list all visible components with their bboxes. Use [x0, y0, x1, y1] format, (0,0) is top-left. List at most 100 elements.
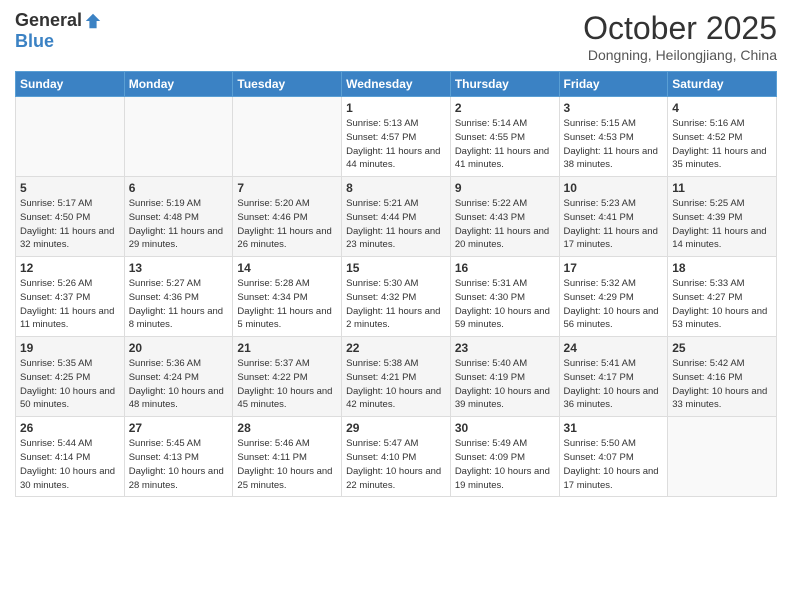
day-info: Sunrise: 5:46 AMSunset: 4:11 PMDaylight:…: [237, 437, 337, 492]
day-info: Sunrise: 5:44 AMSunset: 4:14 PMDaylight:…: [20, 437, 120, 492]
header-sunday: Sunday: [16, 72, 125, 97]
day-info: Sunrise: 5:30 AMSunset: 4:32 PMDaylight:…: [346, 277, 446, 332]
day-number: 18: [672, 261, 772, 275]
day-info: Sunrise: 5:22 AMSunset: 4:43 PMDaylight:…: [455, 197, 555, 252]
sunrise-text: Sunrise: 5:49 AM: [455, 438, 527, 449]
sunrise-text: Sunrise: 5:46 AM: [237, 438, 309, 449]
daylight-text: Daylight: 11 hours and 5 minutes.: [237, 306, 331, 331]
sunset-text: Sunset: 4:14 PM: [20, 452, 90, 463]
sunrise-text: Sunrise: 5:19 AM: [129, 198, 201, 209]
sunset-text: Sunset: 4:25 PM: [20, 372, 90, 383]
daylight-text: Daylight: 10 hours and 48 minutes.: [129, 386, 224, 411]
sunset-text: Sunset: 4:30 PM: [455, 292, 525, 303]
day-info: Sunrise: 5:36 AM Sunset: 4:24 PM Daylight:…: [129, 357, 229, 412]
daylight-text: Daylight: 10 hours and 42 minutes.: [346, 386, 441, 411]
daylight-text: Daylight: 10 hours and 56 minutes.: [564, 306, 659, 331]
sunset-text: Sunset: 4:48 PM: [129, 212, 199, 223]
sunset-text: Sunset: 4:39 PM: [672, 212, 742, 223]
calendar-cell: 26 Sunrise: 5:44 AMSunset: 4:14 PMDayligh…: [16, 417, 125, 497]
calendar-cell: [668, 417, 777, 497]
day-number: 1: [346, 101, 446, 115]
day-number: 11: [672, 181, 772, 195]
day-number: 31: [564, 421, 664, 435]
daylight-text: Daylight: 11 hours and 23 minutes.: [346, 226, 440, 251]
sunrise-text: Sunrise: 5:30 AM: [346, 278, 418, 289]
calendar-cell: 6Sunrise: 5:19 AMSunset: 4:48 PMDaylight…: [124, 177, 233, 257]
sunset-text: Sunset: 4:37 PM: [20, 292, 90, 303]
sunrise-text: Sunrise: 5:21 AM: [346, 198, 418, 209]
sunset-text: Sunset: 4:44 PM: [346, 212, 416, 223]
logo: General Blue: [15, 10, 102, 52]
day-info: Sunrise: 5:40 AMSunset: 4:19 PMDaylight:…: [455, 357, 555, 412]
calendar-cell: 24Sunrise: 5:41 AMSunset: 4:17 PMDayligh…: [559, 337, 668, 417]
day-number: 19: [20, 341, 120, 355]
calendar-cell: 27Sunrise: 5:45 AMSunset: 4:13 PMDayligh…: [124, 417, 233, 497]
day-info: Sunrise: 5:41 AMSunset: 4:17 PMDaylight:…: [564, 357, 664, 412]
calendar-cell: 4Sunrise: 5:16 AMSunset: 4:52 PMDaylight…: [668, 97, 777, 177]
header-tuesday: Tuesday: [233, 72, 342, 97]
sunrise-text: Sunrise: 5:42 AM: [672, 358, 744, 369]
sunset-text: Sunset: 4:43 PM: [455, 212, 525, 223]
daylight-text: Daylight: 10 hours and 59 minutes.: [455, 306, 550, 331]
day-number: 12: [20, 261, 120, 275]
calendar-cell: 25Sunrise: 5:42 AMSunset: 4:16 PMDayligh…: [668, 337, 777, 417]
sunset-text: Sunset: 4:10 PM: [346, 452, 416, 463]
sunrise-text: Sunrise: 5:50 AM: [564, 438, 636, 449]
calendar-cell: 31 Sunrise: 5:50 AMSunset: 4:07 PMDayligh…: [559, 417, 668, 497]
logo-general-text: General: [15, 10, 82, 31]
sunset-text: Sunset: 4:22 PM: [237, 372, 307, 383]
calendar-cell: 30Sunrise: 5:49 AMSunset: 4:09 PMDayligh…: [450, 417, 559, 497]
header-monday: Monday: [124, 72, 233, 97]
calendar-cell: 17Sunrise: 5:32 AMSunset: 4:29 PMDayligh…: [559, 257, 668, 337]
day-info: Sunrise: 5:37 AMSunset: 4:22 PMDaylight:…: [237, 357, 337, 412]
calendar-cell: 10Sunrise: 5:23 AMSunset: 4:41 PMDayligh…: [559, 177, 668, 257]
calendar-week-row: 19Sunrise: 5:35 AMSunset: 4:25 PMDayligh…: [16, 337, 777, 417]
sunset-text: Sunset: 4:53 PM: [564, 132, 634, 143]
day-info: Sunrise: 5:25 AMSunset: 4:39 PMDaylight:…: [672, 197, 772, 252]
day-info: Sunrise: 5:26 AMSunset: 4:37 PMDaylight:…: [20, 277, 120, 332]
sunrise-text: Sunrise: 5:36 AM: [129, 358, 201, 369]
daylight-text: Daylight: 11 hours and 2 minutes.: [346, 306, 440, 331]
day-info: Sunrise: 5:38 AMSunset: 4:21 PMDaylight:…: [346, 357, 446, 412]
calendar-cell: 28Sunrise: 5:46 AMSunset: 4:11 PMDayligh…: [233, 417, 342, 497]
daylight-text: Daylight: 11 hours and 17 minutes.: [564, 226, 658, 251]
day-info: Sunrise: 5:42 AM Sunset: 4:16 PM Daylight:…: [672, 357, 772, 412]
sunset-text: Sunset: 4:24 PM: [129, 372, 199, 383]
daylight-text: Daylight: 11 hours and 41 minutes.: [455, 146, 549, 171]
sunset-text: Sunset: 4:57 PM: [346, 132, 416, 143]
daylight-text: Daylight: 11 hours and 8 minutes.: [129, 306, 223, 331]
logo-blue-text: Blue: [15, 31, 54, 52]
calendar-cell: 22Sunrise: 5:38 AMSunset: 4:21 PMDayligh…: [342, 337, 451, 417]
calendar-week-row: 12 Sunrise: 5:26 AM Sunset: 4:37 PM Dayligh…: [16, 257, 777, 337]
day-info: Sunrise: 5:27 AMSunset: 4:36 PMDaylight:…: [129, 277, 229, 332]
daylight-text: Daylight: 11 hours and 29 minutes.: [129, 226, 223, 251]
header: General Blue October 2025 Dongning, Heil…: [15, 10, 777, 63]
sunrise-text: Sunrise: 5:47 AM: [346, 438, 418, 449]
sunrise-text: Sunrise: 5:26 AM: [20, 278, 92, 289]
day-info: Sunrise: 5:50 AMSunset: 4:07 PMDaylight:…: [564, 437, 664, 492]
sunset-text: Sunset: 4:13 PM: [129, 452, 199, 463]
calendar-header-row: Sunday Monday Tuesday Wednesday Thursday…: [16, 72, 777, 97]
daylight-text: Daylight: 10 hours and 22 minutes.: [346, 466, 441, 491]
day-info: Sunrise: 5:33 AMSunset: 4:27 PMDaylight:…: [672, 277, 772, 332]
day-info: Sunrise: 5:14 AMSunset: 4:55 PMDaylight:…: [455, 117, 555, 172]
calendar-cell: 3Sunrise: 5:15 AMSunset: 4:53 PMDaylight…: [559, 97, 668, 177]
sunrise-text: Sunrise: 5:16 AM: [672, 118, 744, 129]
day-number: 26: [20, 421, 120, 435]
sunset-text: Sunset: 4:34 PM: [237, 292, 307, 303]
calendar-cell: 2Sunrise: 5:14 AMSunset: 4:55 PMDaylight…: [450, 97, 559, 177]
daylight-text: Daylight: 10 hours and 33 minutes.: [672, 386, 767, 411]
sunset-text: Sunset: 4:50 PM: [20, 212, 90, 223]
sunrise-text: Sunrise: 5:17 AM: [20, 198, 92, 209]
sunrise-text: Sunrise: 5:25 AM: [672, 198, 744, 209]
day-number: 14: [237, 261, 337, 275]
day-info: Sunrise: 5:16 AMSunset: 4:52 PMDaylight:…: [672, 117, 772, 172]
sunset-text: Sunset: 4:16 PM: [672, 372, 742, 383]
day-number: 7: [237, 181, 337, 195]
sunset-text: Sunset: 4:36 PM: [129, 292, 199, 303]
day-info: Sunrise: 5:21 AM Sunset: 4:44 PM Daylight:…: [346, 197, 446, 252]
calendar-cell: 20Sunrise: 5:36 AMSunset: 4:24 PMDayligh…: [124, 337, 233, 417]
logo-icon: [84, 12, 102, 30]
header-friday: Friday: [559, 72, 668, 97]
calendar-cell: 9Sunrise: 5:22 AMSunset: 4:43 PMDaylight…: [450, 177, 559, 257]
